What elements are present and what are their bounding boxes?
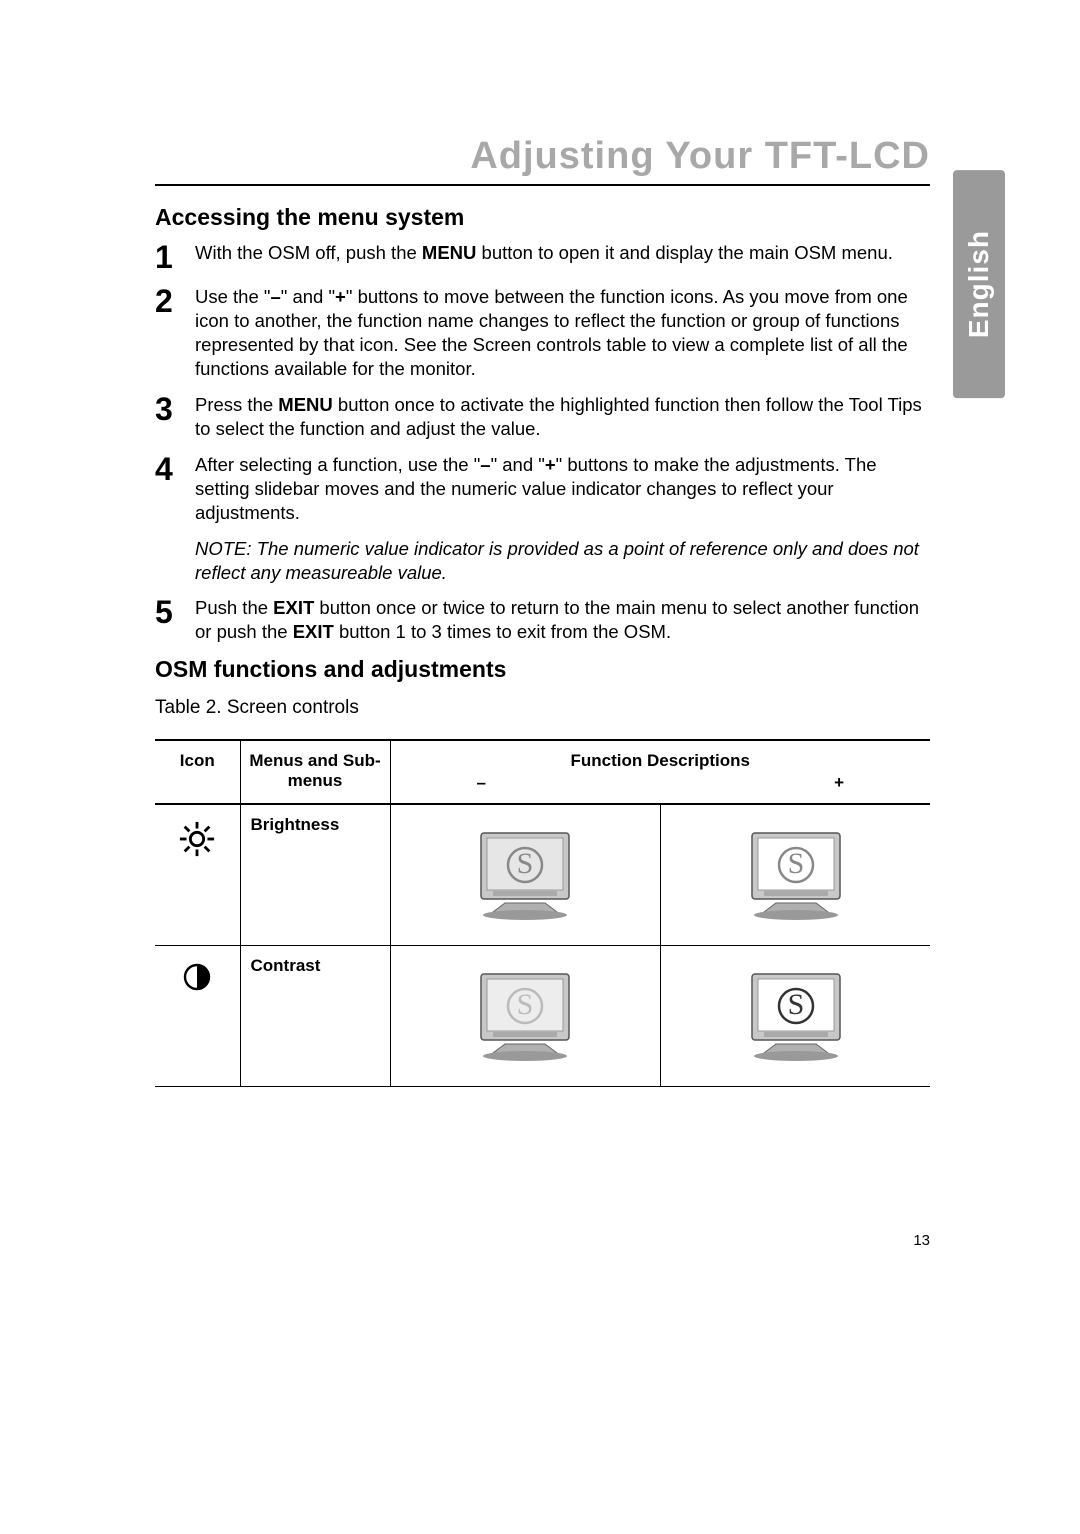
- step-item: 5 Push the EXIT button once or twice to …: [155, 596, 930, 644]
- steps-list-continued: 5 Push the EXIT button once or twice to …: [155, 596, 930, 644]
- th-desc: Function Descriptions – +: [390, 740, 930, 804]
- menu-cell: Brightness: [240, 804, 390, 946]
- desc-cell-plus: S: [661, 945, 931, 1086]
- monitor-lowcontrast-icon: S: [465, 966, 585, 1066]
- svg-text:S: S: [787, 847, 804, 880]
- step-text: After selecting a function, use the "–" …: [195, 453, 930, 525]
- step-item: 2 Use the "–" and "+" buttons to move be…: [155, 285, 930, 381]
- step-item: 1 With the OSM off, push the MENU button…: [155, 241, 930, 273]
- svg-text:S: S: [517, 847, 534, 880]
- step-number: 3: [155, 393, 195, 425]
- th-icon: Icon: [155, 740, 240, 804]
- brightness-icon: [178, 820, 216, 858]
- table-row: Brightness S: [155, 804, 930, 946]
- step-number: 5: [155, 596, 195, 628]
- th-plus: +: [834, 773, 844, 793]
- page-number: 13: [913, 1232, 930, 1249]
- monitor-dim-icon: S: [465, 825, 585, 925]
- menu-cell: Contrast: [240, 945, 390, 1086]
- step-item: 4 After selecting a function, use the "–…: [155, 453, 930, 525]
- svg-text:S: S: [517, 988, 534, 1021]
- step-number: 2: [155, 285, 195, 317]
- table-row: Contrast S: [155, 945, 930, 1086]
- desc-cell-plus: S: [661, 804, 931, 946]
- page-title: Adjusting Your TFT-LCD: [155, 135, 930, 186]
- desc-cell-minus: S: [390, 804, 661, 946]
- monitor-bright-icon: S: [736, 825, 856, 925]
- step-text: With the OSM off, push the MENU button t…: [195, 241, 930, 265]
- screen-controls-table: Icon Menus and Sub-menus Function Descri…: [155, 739, 930, 1087]
- step-number: 1: [155, 241, 195, 273]
- desc-cell-minus: S: [390, 945, 661, 1086]
- th-menus: Menus and Sub-menus: [240, 740, 390, 804]
- step-text: Use the "–" and "+" buttons to move betw…: [195, 285, 930, 381]
- step-number: 4: [155, 453, 195, 485]
- contrast-icon: [181, 961, 213, 993]
- icon-cell: [155, 804, 240, 946]
- monitor-highcontrast-icon: S: [736, 966, 856, 1066]
- th-minus: –: [477, 773, 486, 793]
- step-item: 3 Press the MENU button once to activate…: [155, 393, 930, 441]
- th-desc-label: Function Descriptions: [397, 751, 925, 771]
- note-text: NOTE: The numeric value indicator is pro…: [195, 537, 930, 585]
- table-caption: Table 2. Screen controls: [155, 697, 930, 719]
- section-heading-accessing: Accessing the menu system: [155, 204, 930, 231]
- language-tab: English: [953, 170, 1005, 398]
- section-heading-osm: OSM functions and adjustments: [155, 656, 930, 683]
- svg-text:S: S: [787, 988, 804, 1021]
- steps-list: 1 With the OSM off, push the MENU button…: [155, 241, 930, 525]
- icon-cell: [155, 945, 240, 1086]
- step-text: Press the MENU button once to activate t…: [195, 393, 930, 441]
- step-text: Push the EXIT button once or twice to re…: [195, 596, 930, 644]
